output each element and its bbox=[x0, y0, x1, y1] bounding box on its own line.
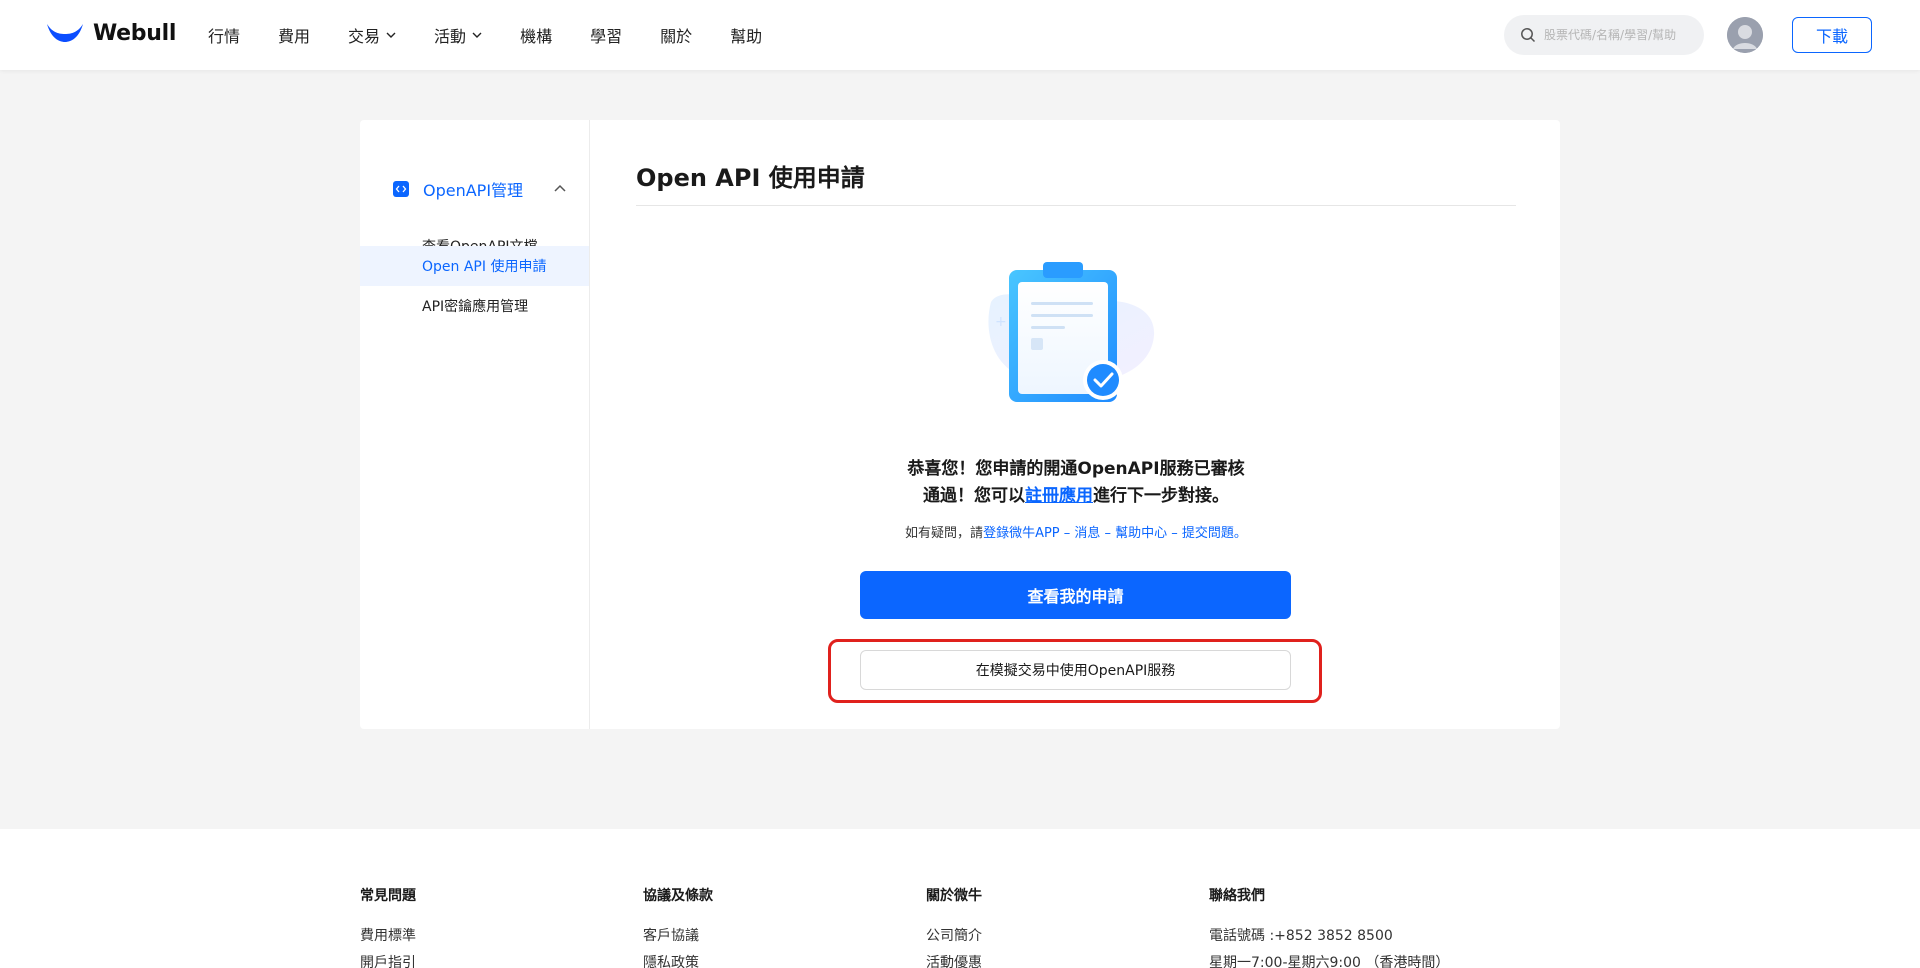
footer-link[interactable]: 客戶協議 bbox=[643, 923, 713, 950]
nav-label: 費用 bbox=[278, 27, 311, 46]
nav-item-trade[interactable]: 交易 bbox=[348, 23, 396, 47]
title-divider bbox=[636, 205, 1516, 206]
nav-item-help[interactable]: 幫助 bbox=[730, 23, 762, 47]
message-line-2: 通過！您可以註冊應用進行下一步對接。 bbox=[741, 483, 1411, 510]
hint-text: 如有疑問，請 bbox=[905, 526, 984, 541]
top-header: Webull 行情 費用 交易 活動 機構 學習 關於 幫助 下載 bbox=[0, 0, 1920, 70]
sidebar-item-label: Open API 使用申請 bbox=[422, 259, 547, 275]
sidebar-group-openapi[interactable]: OpenAPI管理 bbox=[360, 165, 589, 213]
footer-link[interactable]: 開戶指引 bbox=[360, 950, 416, 968]
footer-column-title: 常見問題 bbox=[360, 888, 416, 904]
footer-column-contact: 聯絡我們 電話號碼 :+852 3852 8500 星期一7:00-星期六9:0… bbox=[1209, 885, 1449, 968]
clipboard-check-icon: + bbox=[988, 262, 1155, 402]
webull-logo-icon bbox=[47, 24, 83, 42]
footer-link[interactable]: 費用標準 bbox=[360, 923, 416, 950]
nav-item-learn[interactable]: 學習 bbox=[590, 23, 622, 47]
footer-column-terms: 協議及條款 客戶協議 隱私政策 bbox=[643, 885, 713, 968]
nav-label: 交易 bbox=[348, 27, 381, 46]
content-panel: Open API 使用申請 + 恭喜您！您申請的開通OpenAPI服務已審核 通… bbox=[591, 120, 1560, 729]
chevron-down-icon bbox=[386, 32, 396, 38]
register-app-link[interactable]: 註冊應用 bbox=[1025, 486, 1093, 506]
chevron-up-icon bbox=[554, 184, 566, 192]
footer-link[interactable]: 活動優惠 bbox=[926, 950, 982, 968]
help-path-link[interactable]: 登錄微牛APP – 消息 – 幫助中心 – 提交問題。 bbox=[983, 526, 1247, 541]
svg-text:+: + bbox=[995, 314, 1007, 330]
footer-column-faq: 常見問題 費用標準 開戶指引 bbox=[360, 885, 416, 968]
message-text: 進行下一步對接。 bbox=[1093, 486, 1229, 506]
sidebar-item-application[interactable]: Open API 使用申請 bbox=[360, 246, 589, 286]
avatar-icon bbox=[1727, 17, 1763, 53]
footer-link[interactable]: 公司簡介 bbox=[926, 923, 982, 950]
brand-logo[interactable]: Webull bbox=[45, 18, 176, 48]
paper-trading-openapi-button[interactable]: 在模擬交易中使用OpenAPI服務 bbox=[860, 650, 1291, 690]
footer-column-title: 協議及條款 bbox=[643, 888, 713, 904]
footer-column-title: 聯絡我們 bbox=[1209, 888, 1265, 904]
footer-column-about: 關於微牛 公司簡介 活動優惠 bbox=[926, 885, 982, 968]
nav-label: 幫助 bbox=[730, 27, 763, 46]
help-hint: 如有疑問，請登錄微牛APP – 消息 – 幫助中心 – 提交問題。 bbox=[741, 522, 1411, 541]
nav-item-about[interactable]: 關於 bbox=[660, 23, 692, 47]
download-button[interactable]: 下載 bbox=[1792, 17, 1872, 53]
search-icon bbox=[1521, 28, 1536, 43]
sidebar-group-label: OpenAPI管理 bbox=[423, 181, 524, 200]
nav-label: 關於 bbox=[660, 27, 693, 46]
contact-hours: 星期一7:00-星期六9:00 （香港時間） bbox=[1209, 955, 1450, 968]
sidebar: OpenAPI管理 查看OpenAPI文檔 Open API 使用申請 API密… bbox=[360, 120, 590, 729]
avatar[interactable] bbox=[1727, 17, 1763, 53]
search-input[interactable] bbox=[1544, 28, 1694, 42]
message-text: 通過！您可以 bbox=[923, 486, 1025, 506]
nav-item-events[interactable]: 活動 bbox=[434, 23, 482, 47]
message-line-1: 恭喜您！您申請的開通OpenAPI服務已審核 bbox=[907, 459, 1245, 479]
contact-phone: 電話號碼 :+852 3852 8500 bbox=[1209, 928, 1393, 944]
sidebar-item-key-management[interactable]: API密鑰應用管理 bbox=[360, 286, 589, 326]
code-icon bbox=[393, 181, 409, 197]
main-card: OpenAPI管理 查看OpenAPI文檔 Open API 使用申請 API密… bbox=[360, 120, 1560, 729]
brand-name: Webull bbox=[93, 20, 177, 46]
success-message: 恭喜您！您申請的開通OpenAPI服務已審核 通過！您可以註冊應用進行下一步對接… bbox=[741, 456, 1411, 510]
footer-column-title: 關於微牛 bbox=[926, 888, 982, 904]
nav-label: 學習 bbox=[590, 27, 623, 46]
nav-label: 機構 bbox=[520, 27, 553, 46]
page-title: Open API 使用申請 bbox=[636, 164, 865, 192]
main-nav: 行情 費用 交易 活動 機構 學習 關於 幫助 bbox=[208, 0, 800, 70]
search-box[interactable] bbox=[1504, 15, 1704, 55]
footer: 常見問題 費用標準 開戶指引 協議及條款 客戶協議 隱私政策 關於微牛 公司簡介… bbox=[0, 829, 1920, 968]
chevron-down-icon bbox=[472, 32, 482, 38]
footer-link[interactable]: 隱私政策 bbox=[643, 950, 713, 968]
nav-item-market[interactable]: 行情 bbox=[208, 23, 240, 47]
nav-label: 活動 bbox=[434, 27, 467, 46]
nav-item-institutions[interactable]: 機構 bbox=[520, 23, 552, 47]
nav-label: 行情 bbox=[208, 27, 241, 46]
nav-item-fees[interactable]: 費用 bbox=[278, 23, 310, 47]
view-my-application-button[interactable]: 查看我的申請 bbox=[860, 571, 1291, 619]
sidebar-item-label: API密鑰應用管理 bbox=[422, 299, 529, 315]
